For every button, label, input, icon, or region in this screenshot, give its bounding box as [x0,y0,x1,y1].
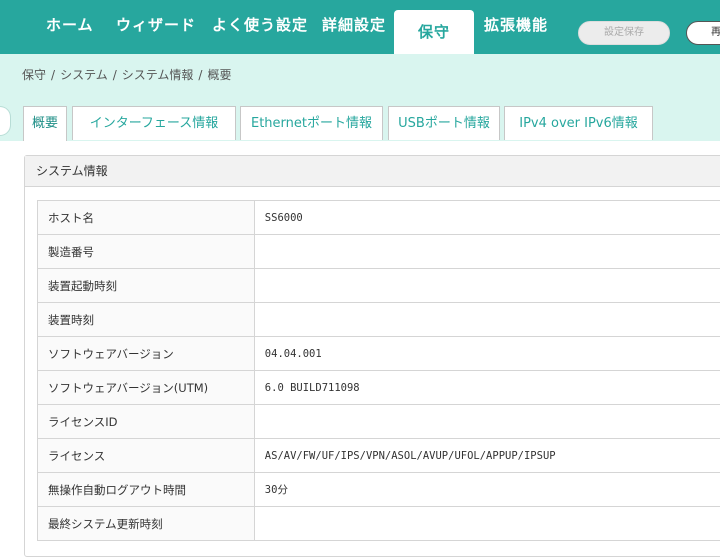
row-label: 無操作自動ログアウト時間 [38,473,255,507]
row-value [254,507,720,541]
row-value: 04.04.001 [254,337,720,371]
breadcrumb-separator: / [51,68,55,82]
row-value: 30分 [254,473,720,507]
system-info-table: ホスト名SS6000 製造番号 装置起動時刻 装置時刻 ソフトウェアバージョン0… [37,200,720,541]
table-row: 装置起動時刻 [38,269,720,303]
breadcrumb-item-system-info[interactable]: システム情報 [122,68,194,82]
tab-interface-info[interactable]: インターフェース情報 [72,106,236,140]
save-settings-button[interactable]: 設定保存 [578,21,670,45]
nav-extensions[interactable]: 拡張機能 [484,14,548,35]
breadcrumb-item-maintenance[interactable]: 保守 [22,68,46,82]
row-label: 最終システム更新時刻 [38,507,255,541]
table-row: ライセンスAS/AV/FW/UF/IPS/VPN/ASOL/AVUP/UFOL/… [38,439,720,473]
nav-advanced-settings[interactable]: 詳細設定 [322,14,386,35]
row-label: ソフトウェアバージョン(UTM) [38,371,255,405]
tab-usb-port-info[interactable]: USBポート情報 [388,106,500,140]
system-info-panel: システム情報 ホスト名SS6000 製造番号 装置起動時刻 装置時刻 ソフトウェ… [24,155,720,557]
table-row: 最終システム更新時刻 [38,507,720,541]
row-label: 装置時刻 [38,303,255,337]
nav-wizard[interactable]: ウィザード [116,14,196,35]
breadcrumb-separator: / [198,68,202,82]
row-value [254,405,720,439]
breadcrumb-item-system[interactable]: システム [60,68,108,82]
top-nav: ホーム ウィザード よく使う設定 詳細設定 保守 拡張機能 設定保存 再 [0,0,720,54]
table-row: 装置時刻 [38,303,720,337]
table-row: ソフトウェアバージョン(UTM)6.0 BUILD711098 [38,371,720,405]
panel-title: システム情報 [25,156,720,187]
row-label: 製造番号 [38,235,255,269]
row-value [254,235,720,269]
breadcrumb-item-overview: 概要 [207,68,231,82]
table-row: ホスト名SS6000 [38,201,720,235]
row-label: ライセンスID [38,405,255,439]
reboot-button[interactable]: 再 [686,21,720,45]
tab-ipv4-over-ipv6-info[interactable]: IPv4 over IPv6情報 [504,106,653,140]
nav-common-settings[interactable]: よく使う設定 [212,14,308,35]
table-row: ライセンスID [38,405,720,439]
breadcrumb: 保守 / システム / システム情報 / 概要 [22,66,231,83]
row-value [254,303,720,337]
row-label: 装置起動時刻 [38,269,255,303]
table-row: 製造番号 [38,235,720,269]
table-row: ソフトウェアバージョン04.04.001 [38,337,720,371]
row-label: ライセンス [38,439,255,473]
row-label: ソフトウェアバージョン [38,337,255,371]
nav-home[interactable]: ホーム [46,14,94,35]
row-value: 6.0 BUILD711098 [254,371,720,405]
row-value: AS/AV/FW/UF/IPS/VPN/ASOL/AVUP/UFOL/APPUP… [254,439,720,473]
row-value: SS6000 [254,201,720,235]
tab-overview[interactable]: 概要 [23,106,67,141]
breadcrumb-separator: / [113,68,117,82]
row-label: ホスト名 [38,201,255,235]
tab-ethernet-port-info[interactable]: Ethernetポート情報 [240,106,383,140]
row-value [254,269,720,303]
table-row: 無操作自動ログアウト時間30分 [38,473,720,507]
nav-maintenance[interactable]: 保守 [394,10,474,54]
